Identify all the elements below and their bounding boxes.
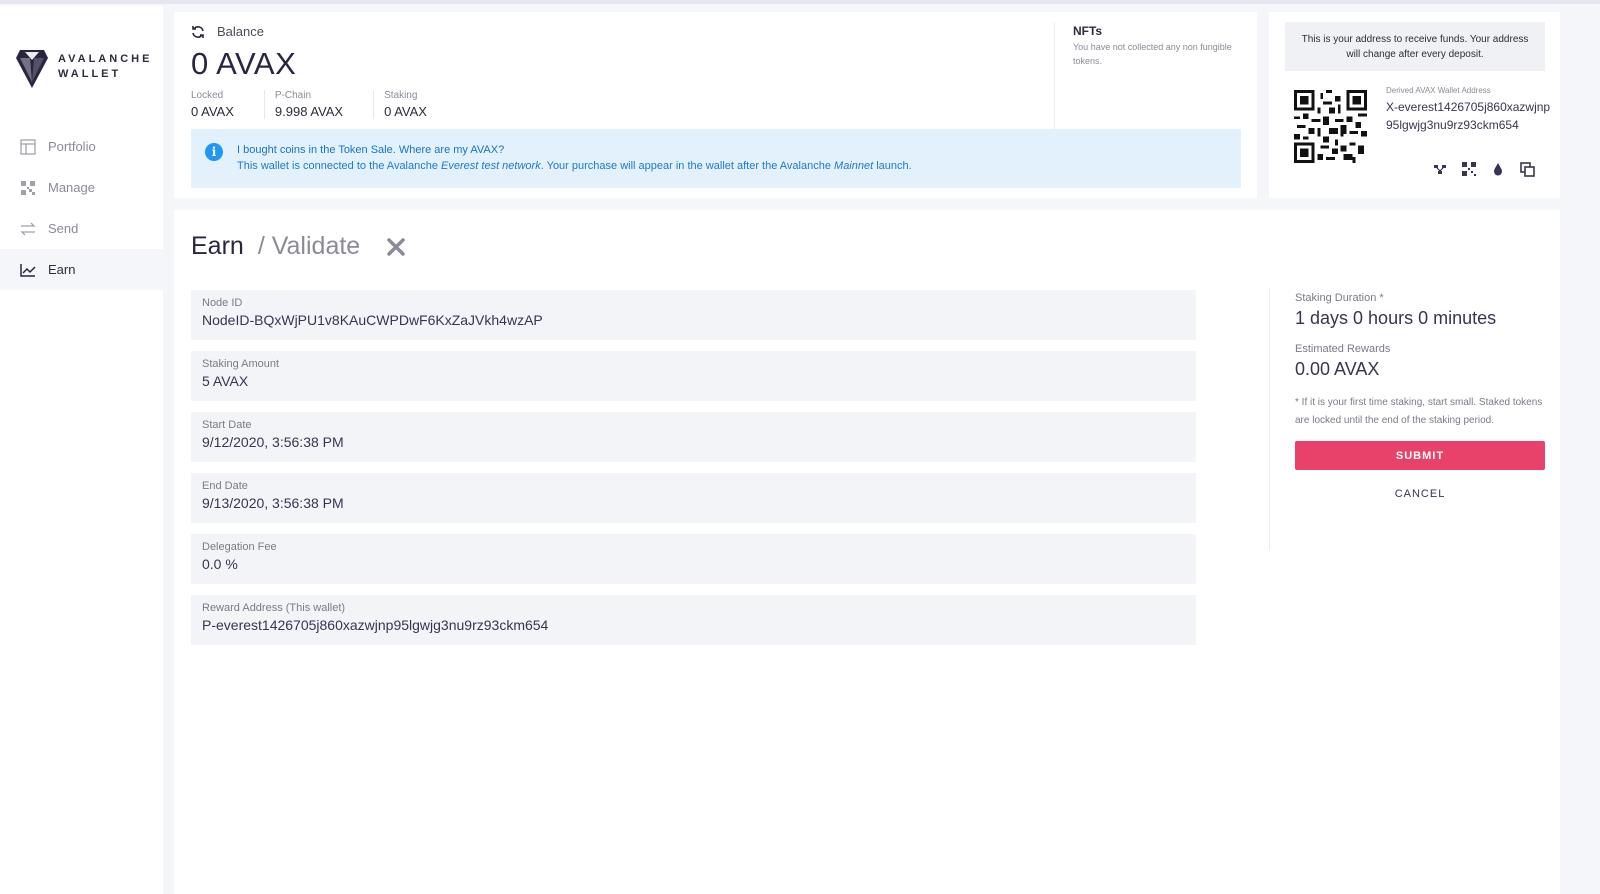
balance-heading: Balance [217,24,264,39]
rewards-label: Estimated Rewards [1295,343,1391,355]
staking-value: 0 AVAX [384,104,427,119]
banner-message: This wallet is connected to the Avalanch… [237,160,912,172]
field-label: Node ID [202,297,243,309]
staking-label: Staking [384,90,418,101]
balance-card: Balance 0 AVAX Locked 0 AVAX P-Chain 9.9… [174,12,1257,198]
nft-title: NFTs [1073,24,1103,38]
sidebar-item-earn[interactable]: Earn [0,249,163,290]
balance-breakdown: Locked 0 AVAX P-Chain 9.998 AVAX Staking… [191,90,467,119]
locked-value: 0 AVAX [191,104,234,119]
field-label: Reward Address (This wallet) [202,602,346,614]
field-label: Delegation Fee [202,541,277,553]
node-id-field[interactable]: Node ID NodeID-BQxWjPU1v8KAuCWPDwF6KxZaJ… [191,290,1196,340]
staking-summary: Staking Duration * 1 days 0 hours 0 minu… [1269,288,1549,550]
app-logo[interactable]: AVALANCHE WALLET [16,46,152,88]
locked-label: Locked [191,90,224,101]
validator-form: Node ID NodeID-BQxWjPU1v8KAuCWPDwF6KxZaJ… [191,290,1196,656]
qr-show-icon[interactable] [1460,160,1478,178]
end-date-field[interactable]: End Date 9/13/2020, 3:56:38 PM [191,473,1196,523]
field-value: 9/13/2020, 3:56:38 PM [202,495,344,511]
sidebar-item-portfolio[interactable]: Portfolio [0,126,163,167]
info-icon: i [205,143,223,161]
close-icon[interactable] [386,237,406,257]
field-value: P-everest1426705j860xazwjnp95lgwjg3nu9rz… [202,617,549,633]
staking-amount-field[interactable]: Staking Amount 5 AVAX [191,351,1196,401]
submit-button[interactable]: SUBMIT [1295,441,1545,470]
sidebar: AVALANCHE WALLET Portfolio Manage Send E… [0,6,163,894]
reward-address-field[interactable]: Reward Address (This wallet) P-everest14… [191,595,1196,645]
derive-icon[interactable] [1431,160,1449,178]
manage-icon [19,179,37,197]
address-actions [1431,160,1547,178]
faucet-icon[interactable] [1489,160,1507,178]
sidebar-item-label: Manage [48,180,95,195]
portfolio-icon [19,138,37,156]
sidebar-item-manage[interactable]: Manage [0,167,163,208]
sidebar-item-label: Earn [48,262,76,277]
logo-line-1: AVALANCHE [58,53,153,65]
field-value: 0.0 % [202,556,238,572]
nft-summary: NFTs You have not collected any non fung… [1054,22,1244,134]
sidebar-item-label: Send [48,221,79,236]
address-label: Derived AVAX Wallet Address [1386,86,1491,95]
field-value: NodeID-BQxWjPU1v8KAuCWPDwF6KxZaJVkh4wzAP [202,312,543,328]
cancel-button[interactable]: CANCEL [1295,488,1545,500]
refresh-icon[interactable] [191,25,205,39]
qr-code-icon[interactable] [1294,90,1367,163]
nft-subtitle: You have not collected any non fungible … [1073,42,1232,66]
top-border [0,0,1600,4]
address-card: This is your address to receive funds. Y… [1269,12,1560,198]
balance-amount: 0 AVAX [191,46,297,81]
sidebar-nav: Portfolio Manage Send Earn [0,126,163,290]
pchain-value: 9.998 AVAX [274,104,344,119]
duration-label: Staking Duration * [1295,292,1384,304]
start-date-field[interactable]: Start Date 9/12/2020, 3:56:38 PM [191,412,1196,462]
field-label: Start Date [202,419,252,431]
address-note: This is your address to receive funds. Y… [1285,22,1545,71]
earn-card: Earn / Validate Node ID NodeID-BQxWjPU1v… [174,210,1560,894]
avalanche-logo-icon [16,50,48,88]
logo-line-2: WALLET [58,68,122,80]
token-sale-banner: i I bought coins in the Token Sale. Wher… [191,129,1241,188]
page-title: Earn [191,232,244,260]
sidebar-item-send[interactable]: Send [0,208,163,249]
rewards-value: 0.00 AVAX [1295,359,1380,379]
page-subtitle: / Validate [257,232,361,260]
send-icon [19,220,37,238]
field-value: 9/12/2020, 3:56:38 PM [202,434,344,450]
field-value: 5 AVAX [202,373,249,389]
copy-icon[interactable] [1518,160,1536,178]
wallet-address: X-everest1426705j860xazwjnp95lgwjg3nu9rz… [1386,100,1551,132]
banner-question[interactable]: I bought coins in the Token Sale. Where … [237,142,912,158]
earn-icon [19,261,37,279]
sidebar-item-label: Portfolio [48,139,96,154]
duration-value: 1 days 0 hours 0 minutes [1295,308,1497,328]
delegation-fee-field[interactable]: Delegation Fee 0.0 % [191,534,1196,584]
field-label: Staking Amount [202,358,280,370]
field-label: End Date [202,480,248,492]
staking-note: * If it is your first time staking, star… [1295,397,1543,426]
pchain-label: P-Chain [274,90,312,101]
